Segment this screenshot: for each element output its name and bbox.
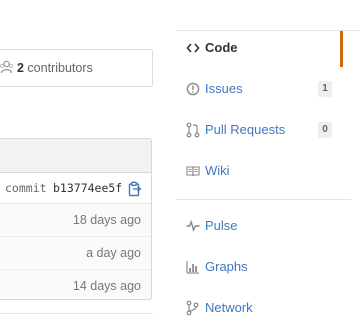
book-icon xyxy=(186,166,200,177)
issue-opened-icon xyxy=(186,82,200,96)
code-icon xyxy=(186,43,200,53)
content-divider xyxy=(0,313,153,314)
nav-label-pulse: Pulse xyxy=(205,218,238,233)
contributors-count: 2 xyxy=(17,61,24,75)
latest-commit-row: commit b13774ee5f xyxy=(0,173,151,204)
pulse-icon xyxy=(186,219,200,233)
nav-label-wiki: Wiki xyxy=(205,163,230,178)
table-row: 14 days ago xyxy=(0,270,151,299)
commit-sha-link[interactable]: b13774ee5f xyxy=(53,181,122,195)
nav-item-graphs[interactable]: Graphs xyxy=(176,249,340,285)
file-age: 14 days ago xyxy=(72,279,141,293)
table-row: a day ago xyxy=(0,237,151,270)
file-table: commit b13774ee5f 18 days ago a day ago … xyxy=(0,138,152,300)
file-age: 18 days ago xyxy=(72,213,141,227)
file-age: a day ago xyxy=(86,246,141,260)
graph-icon xyxy=(186,261,199,274)
nav-item-pulse[interactable]: Pulse xyxy=(176,208,340,244)
pull-requests-counter: 0 xyxy=(318,122,332,138)
commit-label: commit xyxy=(5,181,47,195)
contributors-label: contributors xyxy=(23,61,93,75)
selected-indicator xyxy=(340,31,343,67)
git-branch-icon xyxy=(186,300,199,316)
nav-label-pull-requests: Pull Requests xyxy=(205,122,286,137)
nav-label-network: Network xyxy=(205,300,253,315)
contributors-link[interactable]: 2 contributors xyxy=(17,61,93,75)
nav-item-code[interactable]: Code xyxy=(176,30,340,66)
clippy-icon[interactable] xyxy=(128,181,142,197)
nav-label-code: Code xyxy=(205,40,238,55)
nav-item-network[interactable]: Network xyxy=(176,290,340,326)
table-header xyxy=(0,139,151,173)
git-pull-request-icon xyxy=(186,122,200,138)
organization-icon xyxy=(0,60,13,74)
nav-separator xyxy=(176,199,351,200)
table-row: 18 days ago xyxy=(0,204,151,237)
nav-label-issues: Issues xyxy=(205,81,243,96)
nav-label-graphs: Graphs xyxy=(205,259,248,274)
issues-counter: 1 xyxy=(318,81,332,97)
nav-item-wiki[interactable]: Wiki xyxy=(176,153,340,189)
nav-item-issues[interactable]: Issues 1 xyxy=(176,71,340,107)
nav-item-pull-requests[interactable]: Pull Requests 0 xyxy=(176,112,340,148)
